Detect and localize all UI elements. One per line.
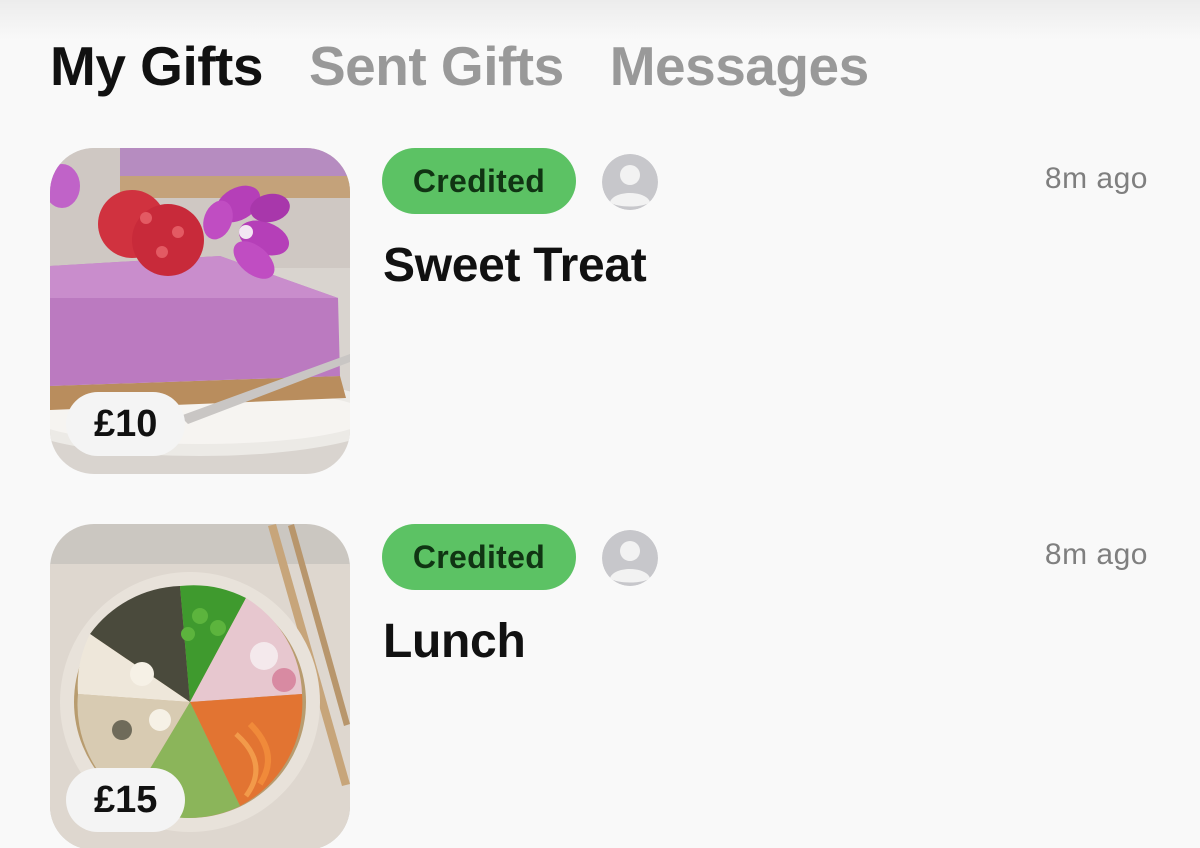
gift-image[interactable]: £10 [50, 148, 350, 474]
price-badge: £15 [66, 768, 186, 832]
timestamp: 8m ago [1044, 162, 1148, 195]
gift-list-item[interactable]: £10 Credited 8m ago Sweet Treat [0, 148, 1200, 478]
my-gifts-screen: My Gifts Sent Gifts Messages £10 Credite… [0, 0, 1200, 848]
default-user-icon [602, 530, 658, 586]
default-user-icon [602, 154, 658, 210]
tab-messages[interactable]: Messages [610, 36, 869, 97]
price-badge: £10 [66, 392, 186, 456]
status-badge: Credited [382, 524, 576, 590]
gift-title[interactable]: Lunch [383, 614, 526, 669]
gift-list-item[interactable]: £15 Credited 8m ago Lunch [0, 524, 1200, 848]
tab-my-gifts[interactable]: My Gifts [50, 36, 263, 97]
tab-sent-gifts[interactable]: Sent Gifts [309, 36, 564, 97]
user-avatar-icon[interactable] [602, 530, 658, 586]
gift-title[interactable]: Sweet Treat [383, 238, 647, 293]
gift-image[interactable]: £15 [50, 524, 350, 848]
status-badge: Credited [382, 148, 576, 214]
tab-bar: My Gifts Sent Gifts Messages [50, 36, 869, 97]
timestamp: 8m ago [1044, 538, 1148, 571]
user-avatar-icon[interactable] [602, 154, 658, 210]
